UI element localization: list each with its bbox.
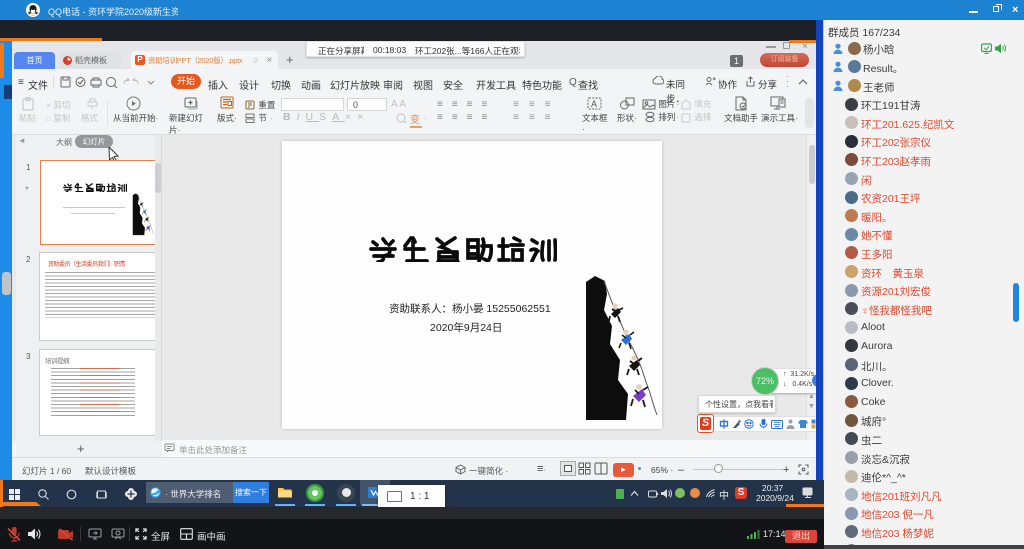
svg-text:A: A: [591, 99, 597, 109]
